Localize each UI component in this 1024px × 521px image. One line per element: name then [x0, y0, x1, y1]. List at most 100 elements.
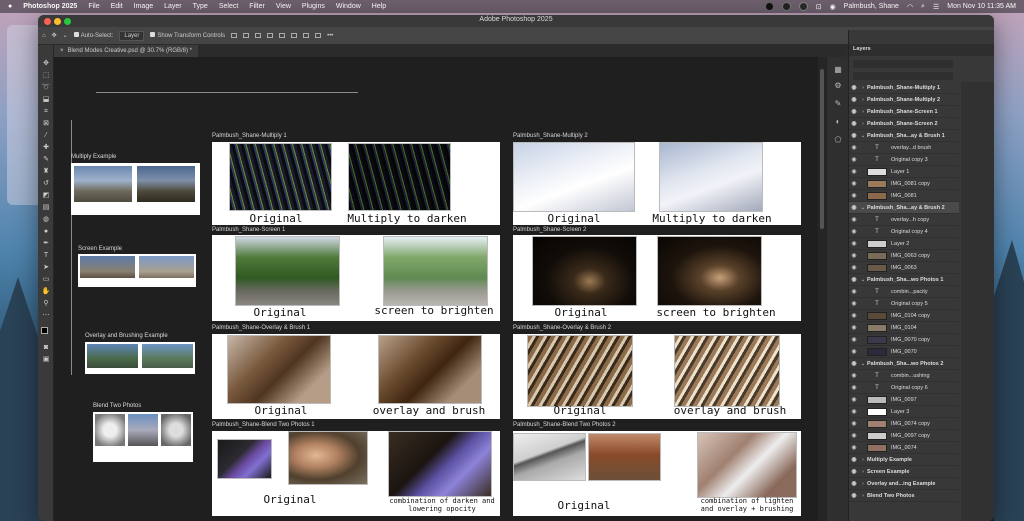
marquee-tool-icon[interactable]: ⬚	[41, 71, 51, 81]
eyedropper-tool-icon[interactable]: ⁄	[41, 131, 51, 141]
type-tool-icon[interactable]: T	[41, 251, 51, 261]
layer-row[interactable]: ◉ IMG_0097	[849, 394, 959, 406]
properties-panel-icon[interactable]: ⚙	[833, 81, 843, 91]
visibility-eye-icon[interactable]: ◉	[849, 468, 859, 475]
layer-row[interactable]: ◉ ⌄ Palmbush_Sha...wo Photos 1	[849, 274, 959, 286]
artboard-overlay-2[interactable]: Original overlay and brush	[513, 334, 801, 419]
apple-icon[interactable]: ●	[8, 3, 12, 10]
artboard-title[interactable]: Palmbush_Shane-Overlay & Brush 2	[513, 325, 611, 331]
visibility-eye-icon[interactable]: ◉	[849, 384, 859, 391]
user-name[interactable]: Palmbush, Shane	[844, 3, 899, 10]
artboard-screen-2[interactable]: Original screen to brighten	[513, 235, 801, 321]
visibility-eye-icon[interactable]: ◉	[849, 168, 859, 175]
visibility-eye-icon[interactable]: ◉	[849, 84, 859, 91]
status-app-icon[interactable]	[764, 2, 774, 11]
menu-help[interactable]: Help	[372, 3, 386, 10]
layer-row[interactable]: ◉ ⌄ Palmbush_Sha...ay & Brush 1	[849, 130, 959, 142]
comment-panel-icon[interactable]: ✎	[833, 99, 843, 109]
layer-row[interactable]: ◉ Tcombin...pacity	[849, 286, 959, 298]
visibility-eye-icon[interactable]: ◉	[849, 444, 859, 451]
layer-row[interactable]: ◉ › Palmbush_Shane-Screen 1	[849, 106, 959, 118]
artboard-title[interactable]: Palmbush_Shane-Blend Two Photos 1	[212, 422, 315, 428]
visibility-eye-icon[interactable]: ◉	[849, 144, 859, 151]
status-app-icon-4[interactable]: ⊡	[816, 3, 822, 11]
lasso-tool-icon[interactable]: ➰	[41, 83, 51, 93]
chevron-right-icon[interactable]: ›	[859, 109, 867, 115]
chevron-right-icon[interactable]: ›	[859, 469, 867, 475]
layer-row[interactable]: ◉ Layer 1	[849, 166, 959, 178]
distribute-icon-2[interactable]	[315, 33, 322, 38]
artboard-multiply-2[interactable]: Original Multiply to darken	[513, 142, 801, 225]
dodge-tool-icon[interactable]: ●	[41, 227, 51, 237]
chevron-right-icon[interactable]: ›	[859, 457, 867, 463]
chevron-down-icon[interactable]: ⌄	[859, 277, 867, 283]
brush-tool-icon[interactable]: ✎	[41, 155, 51, 165]
frame-tool-icon[interactable]: ⊠	[41, 119, 51, 129]
status-app-icon-3[interactable]	[798, 2, 808, 11]
layer-row[interactable]: ◉ › Multiply Example	[849, 454, 959, 466]
layer-row[interactable]: ◉ T Original copy 4	[849, 226, 959, 238]
layer-row[interactable]: ◉ IMG_0081	[849, 190, 959, 202]
datetime[interactable]: Mon Nov 10 11:35 AM	[947, 3, 1016, 10]
visibility-eye-icon[interactable]: ◉	[849, 204, 859, 211]
multiply-example-board[interactable]	[71, 163, 200, 215]
visibility-eye-icon[interactable]: ◉	[849, 312, 859, 319]
artboard-blend-1[interactable]: Original combination of darken and lower…	[212, 431, 500, 516]
chevron-right-icon[interactable]: ›	[859, 481, 867, 487]
menu-window[interactable]: Window	[336, 3, 361, 10]
visibility-eye-icon[interactable]: ◉	[849, 120, 859, 127]
search-icon[interactable]: ⌕	[921, 3, 925, 11]
rectangle-tool-icon[interactable]: ▭	[41, 275, 51, 285]
menu-file[interactable]: File	[88, 3, 99, 10]
distribute-icon[interactable]	[303, 33, 310, 38]
artboard-title[interactable]: Palmbush_Shane-Multiply 2	[513, 133, 588, 139]
layer-row[interactable]: ◉ IMG_0074 copy	[849, 418, 959, 430]
layer-row[interactable]: ◉ IMG_0097 copy	[849, 430, 959, 442]
visibility-eye-icon[interactable]: ◉	[849, 408, 859, 415]
visibility-eye-icon[interactable]: ◉	[849, 228, 859, 235]
align-top-icon[interactable]	[267, 33, 274, 38]
eraser-tool-icon[interactable]: ◩	[41, 191, 51, 201]
visibility-eye-icon[interactable]: ◉	[849, 96, 859, 103]
menu-type[interactable]: Type	[193, 3, 208, 10]
layer-row[interactable]: ◉ ⌄ Palmbush_Sha...ay & Brush 2	[849, 202, 959, 214]
layer-row[interactable]: ◉ T Original copy 6	[849, 382, 959, 394]
menu-select[interactable]: Select	[219, 3, 238, 10]
align-left-icon[interactable]	[231, 33, 238, 38]
canvas-vertical-scrollbar[interactable]	[818, 57, 826, 521]
zoom-tool-icon[interactable]: ⚲	[41, 299, 51, 309]
artboard-overlay-1[interactable]: Original overlay and brush	[212, 334, 500, 419]
document-tab[interactable]: × Blend Modes Creative.psd @ 30.7% (RGB/…	[54, 45, 198, 57]
menu-view[interactable]: View	[276, 3, 291, 10]
chevron-down-icon[interactable]: ⌄	[859, 205, 867, 211]
artboard-title[interactable]: Palmbush_Shane-Multiply 1	[212, 133, 287, 139]
menu-edit[interactable]: Edit	[111, 3, 123, 10]
visibility-eye-icon[interactable]: ◉	[849, 432, 859, 439]
visibility-eye-icon[interactable]: ◉	[849, 156, 859, 163]
blur-tool-icon[interactable]: ◍	[41, 215, 51, 225]
align-middle-icon[interactable]	[279, 33, 286, 38]
menu-filter[interactable]: Filter	[249, 3, 265, 10]
auto-select-checkbox[interactable]	[73, 32, 79, 37]
layer-row[interactable]: ◉ › Blend Two Photos	[849, 490, 959, 502]
lock-options[interactable]	[853, 72, 953, 80]
layer-row[interactable]: ◉ › Overlay and...ing Example	[849, 478, 959, 490]
artboard-title[interactable]: Palmbush_Shane-Blend Two Photos 2	[513, 422, 616, 428]
layer-row[interactable]: ◉ Layer 3	[849, 406, 959, 418]
chevron-down-icon[interactable]: ⌄	[859, 361, 867, 367]
visibility-eye-icon[interactable]: ◉	[849, 276, 859, 283]
screen-example-board[interactable]	[78, 254, 196, 287]
layer-row[interactable]: ◉ IMG_0070 copy	[849, 334, 959, 346]
visibility-eye-icon[interactable]: ◉	[849, 336, 859, 343]
visibility-eye-icon[interactable]: ◉	[849, 324, 859, 331]
artboard-blend-2[interactable]: Original combination of lighten and over…	[513, 431, 801, 516]
chevron-right-icon[interactable]: ›	[859, 97, 867, 103]
pen-tool-icon[interactable]: ✒	[41, 239, 51, 249]
clone-stamp-icon[interactable]: ♜	[41, 167, 51, 177]
move-tool-icon[interactable]: ✥	[41, 59, 51, 69]
visibility-eye-icon[interactable]: ◉	[849, 348, 859, 355]
home-icon[interactable]: ⌂	[42, 33, 46, 39]
wifi-icon[interactable]: ◠	[907, 3, 913, 11]
path-select-icon[interactable]: ➤	[41, 263, 51, 273]
layer-row[interactable]: ◉ Tcombin...ushing	[849, 370, 959, 382]
